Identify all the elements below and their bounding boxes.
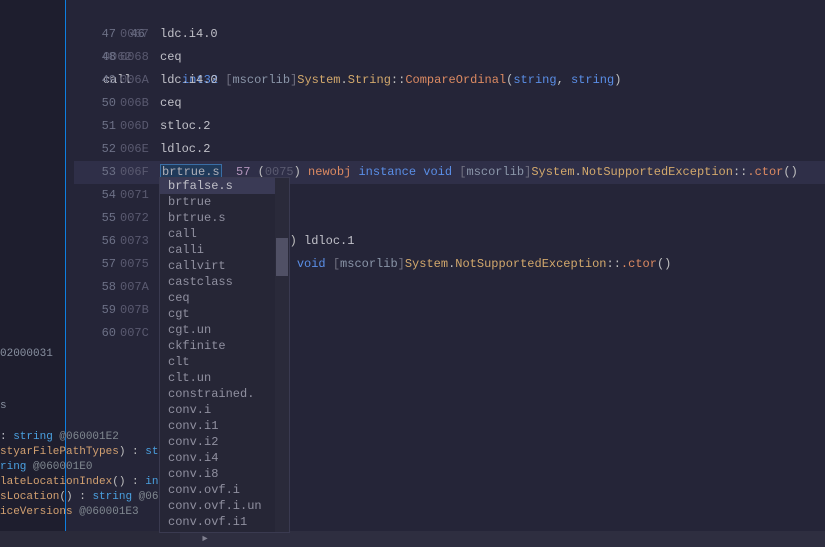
opcode: ceq <box>160 96 182 110</box>
autocomplete-item[interactable]: conv.i4 <box>160 450 289 466</box>
autocomplete-item[interactable]: conv.ovf.i.un <box>160 498 289 514</box>
tree-item[interactable]: iceVersions @060001E3 <box>0 505 160 520</box>
popup-scrollbar[interactable] <box>275 178 289 532</box>
tree-item[interactable]: sLocation() : string @060001E4 <box>0 490 160 505</box>
autocomplete-item[interactable]: cgt.un <box>160 322 289 338</box>
code-line: 480068ceq <box>74 46 814 69</box>
autocomplete-item[interactable]: callvirt <box>160 258 289 274</box>
autocomplete-item[interactable]: calli <box>160 242 289 258</box>
token-info: 02000031 <box>0 348 53 360</box>
opcode: newobj <box>308 165 351 179</box>
autocomplete-list[interactable]: brfalse.sbrtruebrtrue.scallcallicallvirt… <box>160 178 289 530</box>
scroll-track[interactable] <box>180 531 825 547</box>
tree-item[interactable]: : string @060001E2 <box>0 430 160 445</box>
autocomplete-item[interactable]: brfalse.s <box>160 178 289 194</box>
code-line: 46 0062 call int32 [mscorlib]System.Stri… <box>74 0 814 23</box>
opcode: ldc.i4.0 <box>160 73 218 87</box>
method-name: .ctor <box>747 165 783 179</box>
autocomplete-item[interactable]: brtrue.s <box>160 210 289 226</box>
autocomplete-item[interactable]: conv.ovf.i <box>160 482 289 498</box>
opcode: ldloc.2 <box>160 142 210 156</box>
code-line: 49006Aldc.i4.0 <box>74 69 814 92</box>
autocomplete-item[interactable]: ceq <box>160 290 289 306</box>
assembly-ref: mscorlib <box>340 257 398 271</box>
method-name: .ctor <box>621 257 657 271</box>
code-line: 51006Dstloc.2 <box>74 115 814 138</box>
autocomplete-item[interactable]: castclass <box>160 274 289 290</box>
code-line: 52006Eldloc.2 <box>74 138 814 161</box>
class-name: NotSupportedException <box>455 257 606 271</box>
type-keyword: void <box>423 165 452 179</box>
class-name: NotSupportedException <box>582 165 733 179</box>
tree-item[interactable]: ring @060001E0 <box>0 460 160 475</box>
autocomplete-item[interactable]: cgt <box>160 306 289 322</box>
autocomplete-item[interactable]: conv.ovf.i1 <box>160 514 289 530</box>
code-line: 470067ldc.i4.0 <box>74 23 814 46</box>
autocomplete-item[interactable]: conv.i1 <box>160 418 289 434</box>
s-label: s <box>0 400 7 412</box>
autocomplete-item[interactable]: brtrue <box>160 194 289 210</box>
popup-scroll-thumb[interactable] <box>276 238 288 276</box>
tree-item[interactable]: lateLocationIndex() : int @060 <box>0 475 160 490</box>
assembly-ref: mscorlib <box>467 165 525 179</box>
autocomplete-item[interactable]: conv.i <box>160 402 289 418</box>
autocomplete-popup[interactable]: brfalse.sbrtruebrtrue.scallcallicallvirt… <box>159 177 290 533</box>
horizontal-scrollbar[interactable]: ◄ ► <box>0 531 825 547</box>
autocomplete-item[interactable]: conv.i8 <box>160 466 289 482</box>
class-name: System <box>531 165 574 179</box>
code-line: 50006Bceq <box>74 92 814 115</box>
autocomplete-item[interactable]: ckfinite <box>160 338 289 354</box>
type-keyword: void <box>297 257 326 271</box>
class-name: System <box>405 257 448 271</box>
autocomplete-item[interactable]: conv.i2 <box>160 434 289 450</box>
autocomplete-item[interactable]: call <box>160 226 289 242</box>
member-tree[interactable]: : string @060001E2 styarFilePathTypes) :… <box>0 430 160 520</box>
autocomplete-item[interactable]: clt.un <box>160 370 289 386</box>
autocomplete-item[interactable]: clt <box>160 354 289 370</box>
opcode: ceq <box>160 50 182 64</box>
opcode: ldc.i4.0 <box>160 27 218 41</box>
scroll-right-button[interactable]: ► <box>197 531 213 547</box>
keyword: instance <box>358 165 416 179</box>
opcode: stloc.2 <box>160 119 210 133</box>
opcode: ldloc.1 <box>304 234 354 248</box>
autocomplete-item[interactable]: constrained. <box>160 386 289 402</box>
tree-item[interactable]: styarFilePathTypes) : string @060 <box>0 445 160 460</box>
